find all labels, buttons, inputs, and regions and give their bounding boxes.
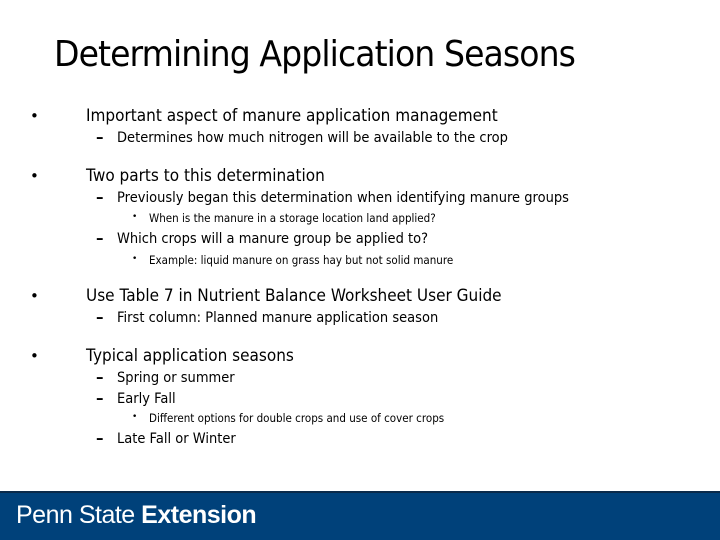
bullet-marker: • [30, 347, 39, 365]
bullet-level1: Typical application seasons [86, 346, 294, 366]
bullet-level2: Late Fall or Winter [117, 431, 236, 447]
bullet-marker: • [30, 107, 39, 125]
slide-title: Determining Application Seasons [54, 34, 576, 75]
bullet-level1: Important aspect of manure application m… [86, 106, 498, 126]
bullet-marker-small: • [132, 254, 138, 264]
bullet-level2: Spring or summer [117, 370, 235, 386]
dash-marker: – [96, 128, 104, 146]
dash-marker: – [96, 308, 104, 326]
dash-marker: – [96, 229, 104, 247]
bullet-level1: Two parts to this determination [86, 166, 325, 186]
bullet-level2: Determines how much nitrogen will be ava… [117, 130, 508, 146]
bullet-marker-small: • [132, 212, 138, 222]
penn-state-extension-logo: Penn State Extension [16, 501, 257, 530]
brand-bold-text: Extension [141, 501, 257, 529]
dash-marker: – [96, 188, 104, 206]
dash-marker: – [96, 429, 104, 447]
bullet-level2: Early Fall [117, 391, 176, 407]
dash-marker: – [96, 368, 104, 386]
bullet-level3: Example: liquid manure on grass hay but … [149, 253, 454, 267]
dash-marker: – [96, 389, 104, 407]
bullet-level2: Which crops will a manure group be appli… [117, 231, 429, 247]
bullet-level2: First column: Planned manure application… [117, 310, 439, 326]
bullet-level1: Use Table 7 in Nutrient Balance Workshee… [86, 286, 502, 306]
bullet-level3: Different options for double crops and u… [149, 411, 445, 425]
bullet-marker: • [30, 167, 39, 185]
brand-light-text: Penn State [16, 501, 135, 529]
bullet-marker: • [30, 287, 39, 305]
footer-bar: Penn State Extension [0, 491, 720, 540]
bullet-marker-small: • [132, 412, 138, 422]
bullet-level3: When is the manure in a storage location… [149, 211, 436, 225]
bullet-level2: Previously began this determination when… [117, 190, 569, 206]
